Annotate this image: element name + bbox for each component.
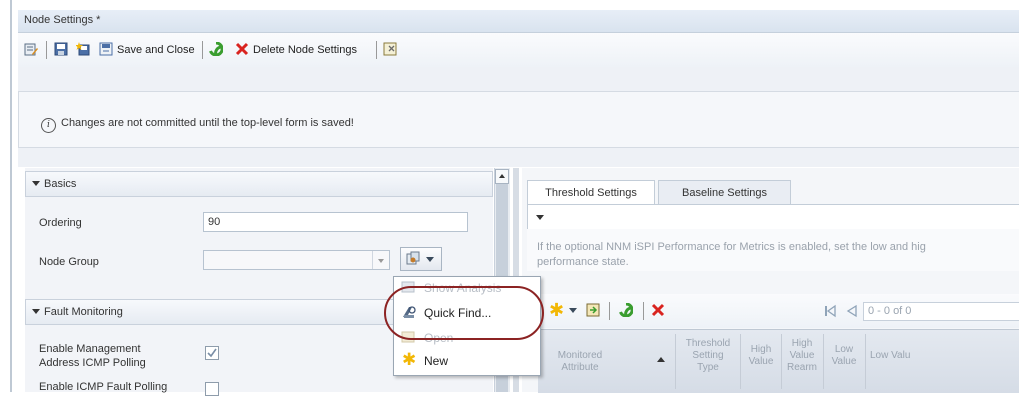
col-label: Monitored [557, 350, 603, 361]
col-label: Rearm [786, 362, 817, 373]
chevron-up-icon [499, 174, 505, 178]
refresh-icon[interactable] [209, 42, 223, 56]
ordering-value: 90 [208, 216, 221, 228]
first-page-icon[interactable] [823, 304, 837, 318]
tab-threshold-label: Threshold Settings [545, 187, 637, 199]
toolbar-separator [609, 302, 610, 320]
delete-icon[interactable] [235, 42, 249, 56]
toolbar: Save and Close Delete Node Settings [18, 33, 1019, 68]
enable-mgmt-checkbox[interactable] [205, 346, 219, 360]
menu-item-label: New [424, 354, 449, 368]
new-star-icon: ✱ [402, 350, 417, 369]
tab-threshold-settings[interactable]: Threshold Settings [527, 180, 655, 205]
lookup-icon [406, 251, 420, 265]
close-form-icon[interactable] [383, 42, 397, 56]
previous-page-icon[interactable] [845, 304, 859, 318]
column-separator[interactable] [781, 334, 782, 389]
info-message-box: i Changes are not committed until the to… [18, 91, 1019, 148]
basics-section-title: Basics [44, 178, 77, 190]
column-separator[interactable] [865, 334, 866, 389]
column-monitored-attribute[interactable]: Monitored Attribute [544, 350, 616, 374]
tab-baseline-settings[interactable]: Baseline Settings [658, 180, 791, 205]
col-label: Value [789, 350, 815, 361]
description-box: If the optional NNM iSPI Performance for… [527, 229, 1019, 271]
column-separator[interactable] [675, 334, 676, 389]
col-label: Low Valu [870, 350, 911, 361]
save-new-icon[interactable] [76, 42, 90, 56]
toolbar-separator [643, 302, 644, 320]
fault-monitoring-section-title: Fault Monitoring [44, 306, 123, 318]
collapse-arrow-icon [536, 215, 544, 220]
ordering-input[interactable]: 90 [203, 212, 468, 232]
sort-ascending-icon[interactable] [657, 357, 665, 362]
basics-section-header[interactable]: Basics [25, 171, 493, 197]
description-text-line2: performance state. [537, 256, 629, 268]
description-header[interactable] [527, 204, 1019, 230]
column-low-value-2[interactable]: Low Valu [870, 350, 930, 362]
new-star-icon[interactable]: ✱ [549, 300, 564, 321]
delete-icon[interactable] [651, 303, 665, 317]
title-bar: Node Settings * [18, 10, 1019, 33]
col-label: High [750, 344, 772, 355]
column-high-value-rearm[interactable]: High Value Rearm [783, 338, 821, 374]
grid-toolbar: ✱ 0 - 0 of 0 [527, 294, 1019, 328]
grid-column-header: Monitored Attribute Threshold Setting Type … [538, 329, 1019, 393]
ordering-label: Ordering [39, 217, 82, 229]
column-low-value[interactable]: Low Value [825, 344, 863, 368]
enable-fault-label: Enable ICMP Fault Polling [39, 381, 168, 393]
chevron-down-icon[interactable] [569, 308, 577, 313]
col-label: Attribute [561, 362, 599, 373]
save-and-close-icon[interactable] [99, 42, 113, 56]
column-threshold-setting-type[interactable]: Threshold Setting Type [678, 338, 738, 374]
highlight-annotation [384, 286, 544, 340]
toolbar-separator [202, 41, 203, 59]
enable-fault-checkbox[interactable] [205, 382, 219, 396]
save-icon[interactable] [54, 42, 68, 56]
chevron-down-icon [378, 259, 384, 263]
tab-baseline-label: Baseline Settings [682, 187, 767, 199]
collapse-arrow-icon [32, 181, 40, 186]
node-group-dropdown-button[interactable] [372, 251, 389, 269]
window-title: Node Settings * [24, 14, 101, 26]
description-text-line1: If the optional NNM iSPI Performance for… [537, 241, 926, 253]
toolbar-separator [376, 41, 377, 59]
column-high-value[interactable]: High Value [742, 344, 780, 368]
node-group-select[interactable] [203, 250, 390, 270]
node-group-label: Node Group [39, 256, 99, 268]
menu-item-new[interactable]: ✱ New [394, 349, 540, 371]
paging-field[interactable]: 0 - 0 of 0 [863, 302, 1019, 321]
col-label: High [791, 338, 813, 349]
delete-node-settings-button[interactable]: Delete Node Settings [253, 42, 357, 58]
col-label: Setting [692, 350, 724, 361]
lookup-menu-button[interactable] [400, 247, 442, 271]
col-label: Value [748, 356, 774, 367]
info-icon: i [41, 118, 56, 133]
enable-mgmt-label: Enable Management [39, 343, 141, 355]
col-label: Value [831, 356, 857, 367]
refresh-icon[interactable] [619, 303, 633, 317]
chevron-down-icon [426, 257, 434, 262]
checkmark-icon [207, 348, 217, 358]
toolbar-separator [46, 41, 47, 59]
collapse-arrow-icon [32, 309, 40, 314]
paging-text: 0 - 0 of 0 [868, 305, 912, 317]
scroll-up-button[interactable] [495, 169, 509, 184]
column-separator[interactable] [740, 334, 741, 389]
col-label: Threshold [685, 338, 731, 349]
window-border [10, 0, 12, 392]
col-label: Type [697, 362, 719, 373]
column-separator[interactable] [823, 334, 824, 389]
info-message-text: Changes are not committed until the top-… [61, 117, 354, 129]
col-label: Low [834, 344, 854, 355]
edit-form-icon[interactable] [24, 42, 38, 56]
open-icon[interactable] [585, 302, 601, 318]
save-and-close-button[interactable]: Save and Close [117, 42, 195, 58]
enable-mgmt-label-line2: Address ICMP Polling [39, 357, 146, 369]
